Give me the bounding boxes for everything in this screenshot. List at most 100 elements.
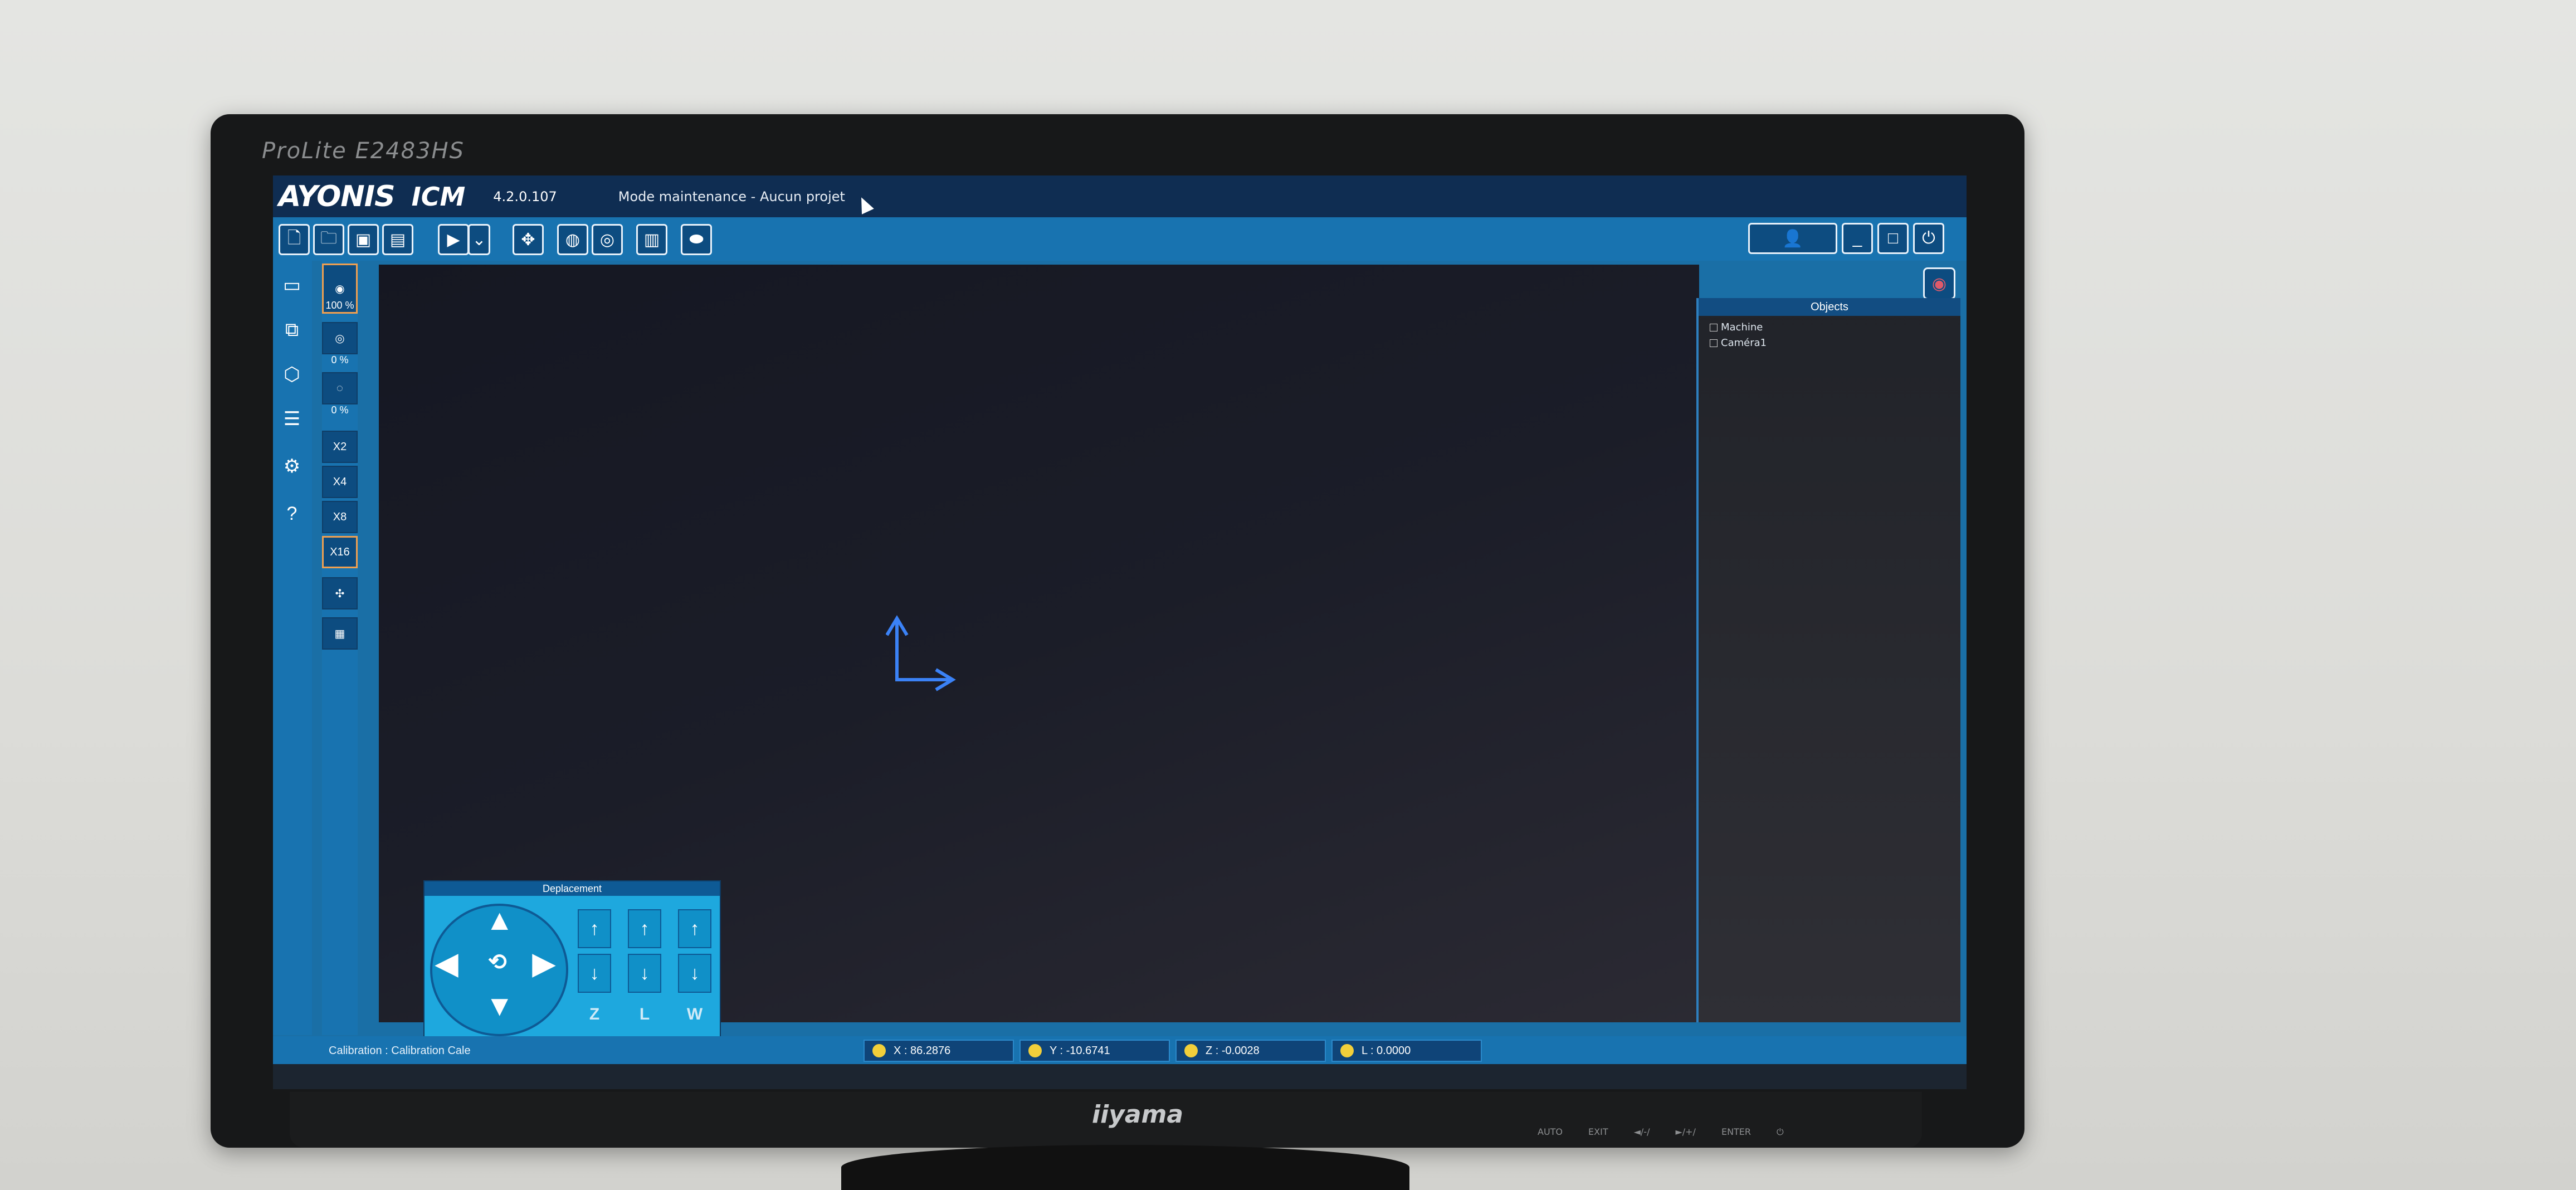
light-coax-icon: ◎	[335, 332, 345, 345]
globe-button[interactable]: ◍	[557, 224, 588, 255]
deplacement-panel: Deplacement ▲ ▼ ◀ ▶ ⟲ ↑ ↓ Z ↑ ↓ L ↑ ↓ W	[423, 880, 721, 1038]
status-dot-icon	[1184, 1044, 1198, 1057]
objects-icon[interactable]: ⧉	[279, 316, 305, 343]
light-coax-button[interactable]: ◎	[322, 322, 358, 354]
minimize-button[interactable]: _	[1842, 223, 1873, 254]
tree-item-label: Caméra1	[1721, 337, 1767, 349]
tree-item-machine[interactable]: Machine	[1710, 321, 1763, 333]
zoom-x16-button[interactable]: X16	[322, 536, 358, 568]
globe-arrow-button[interactable]: ◎	[592, 224, 623, 255]
move-button[interactable]: ✥	[513, 224, 544, 255]
eye-icon: ⬬	[689, 230, 704, 248]
monitor-model-label: ProLite E2483HS	[262, 138, 465, 164]
status-dot-icon	[872, 1044, 886, 1057]
play-dropdown-button[interactable]: ⌄	[468, 224, 490, 255]
axis-z-up-button[interactable]: ↑	[578, 909, 611, 948]
title-bar: AYONIS ICM 4.2.0.107 Mode maintenance - …	[273, 175, 1967, 217]
camera-icon[interactable]: ▭	[279, 272, 305, 299]
status-dot-icon	[1028, 1044, 1042, 1057]
light-back-button[interactable]: ◌	[322, 372, 358, 404]
expand-icon[interactable]	[1710, 324, 1718, 331]
light-back-pct: 0 %	[331, 404, 349, 416]
maximize-button[interactable]: □	[1877, 223, 1909, 254]
screen-bottom-border	[273, 1064, 1967, 1089]
arrow-right-icon[interactable]: ▶	[533, 947, 555, 981]
monitor-power-icon[interactable]: ⏻	[1777, 1126, 1784, 1138]
monitor-brand-label: iiyama	[1092, 1100, 1184, 1129]
zoom-x4-button[interactable]: X4	[322, 466, 358, 498]
app-logo: AYONIS	[279, 179, 396, 213]
lighting-zoom-column: ◉ 100 % ◎ 0 % ◌ 0 % X2 X4 X8 X16 ✣ ▦	[322, 261, 358, 1035]
user-icon: 👤	[1782, 229, 1803, 248]
app-version: 4.2.0.107	[493, 188, 557, 204]
arrow-left-icon[interactable]: ◀	[436, 947, 458, 981]
zoom-x2-button[interactable]: X2	[322, 431, 358, 463]
axis-w-up-button[interactable]: ↑	[678, 909, 711, 948]
crosshair-icon: ✣	[335, 587, 345, 600]
play-icon: ▶	[447, 230, 460, 249]
image-button[interactable]: ▦	[322, 617, 358, 650]
joystick[interactable]: ▲ ▼ ◀ ▶ ⟲	[430, 904, 568, 1036]
axis-w-down-button[interactable]: ↓	[678, 954, 711, 993]
list-icon[interactable]: ☰	[279, 406, 305, 432]
expand-icon[interactable]	[1710, 339, 1718, 347]
axis-l-down-button[interactable]: ↓	[628, 954, 661, 993]
axis-l-label: L	[639, 1005, 650, 1023]
monitor-button-exit[interactable]: EXIT	[1588, 1126, 1608, 1138]
globe-icon: ◍	[565, 230, 580, 249]
power-button[interactable]: ⏻	[1913, 223, 1944, 254]
axis-z-controls: ↑ ↓ Z	[578, 909, 611, 1026]
objects-title: Objects	[1699, 298, 1960, 316]
monitor-button-auto[interactable]: AUTO	[1538, 1126, 1563, 1138]
monitor-buttons: AUTO EXIT ◄/-/ ►/+/ ENTER ⏻	[1538, 1126, 1784, 1138]
mouse-cursor-icon	[855, 194, 874, 214]
arrow-down-icon: ↓	[589, 962, 599, 984]
record-button[interactable]: ◉	[1923, 267, 1955, 300]
coord-y-value: Y : -10.6741	[1050, 1044, 1110, 1057]
save-as-icon: ▤	[389, 230, 406, 249]
axis-l-controls: ↑ ↓ L	[628, 909, 661, 1026]
clipboard-icon: ▥	[643, 230, 660, 249]
axis-z-down-button[interactable]: ↓	[578, 954, 611, 993]
coord-x-value: X : 86.2876	[894, 1044, 951, 1057]
chevron-down-icon: ⌄	[472, 230, 486, 249]
monitor-button-minus[interactable]: ◄/-/	[1634, 1126, 1650, 1138]
arrow-down-icon: ↓	[690, 962, 700, 984]
arrow-up-icon[interactable]: ▲	[485, 904, 514, 937]
arrow-down-icon[interactable]: ▼	[485, 989, 514, 1023]
axis-w-controls: ↑ ↓ W	[678, 909, 711, 1026]
coord-l: L : 0.0000	[1331, 1040, 1482, 1062]
cube-icon[interactable]: ⬡	[279, 361, 305, 388]
zoom-x8-button[interactable]: X8	[322, 501, 358, 533]
deplacement-title: Deplacement	[425, 881, 720, 896]
save-button[interactable]: ▣	[348, 224, 379, 255]
save-as-button[interactable]: ▤	[382, 224, 413, 255]
coord-z: Z : -0.0028	[1175, 1040, 1326, 1062]
rotate-icon[interactable]: ⟲	[488, 949, 507, 975]
move-icon: ✥	[521, 230, 535, 249]
tree-item-camera[interactable]: Caméra1	[1710, 337, 1767, 349]
help-icon[interactable]: ?	[279, 500, 305, 527]
play-button[interactable]: ▶	[438, 224, 469, 255]
axis-l-up-button[interactable]: ↑	[628, 909, 661, 948]
folder-icon: 🗀	[320, 228, 337, 247]
navigation-button[interactable]: ✣	[322, 577, 358, 609]
left-sidebar: ▭ ⧉ ⬡ ☰ ⚙ ?	[273, 261, 312, 1035]
gear-icon[interactable]: ⚙	[279, 453, 305, 480]
status-dot-icon	[1340, 1044, 1354, 1057]
record-icon: ◉	[1931, 274, 1947, 293]
arrow-up-icon: ↑	[589, 918, 599, 939]
open-button[interactable]: 🗀	[313, 224, 344, 255]
monitor-button-enter[interactable]: ENTER	[1721, 1126, 1751, 1138]
save-icon: ▣	[355, 230, 372, 249]
arrow-down-icon: ↓	[640, 962, 650, 984]
eye-button[interactable]: ⬬	[681, 224, 712, 255]
clipboard-button[interactable]: ▥	[636, 224, 667, 255]
user-button[interactable]: 👤	[1748, 223, 1837, 254]
coord-x: X : 86.2876	[863, 1040, 1014, 1062]
monitor-button-plus[interactable]: ►/+/	[1675, 1126, 1696, 1138]
new-file-button[interactable]: 🗋	[279, 224, 310, 255]
app-logo-secondary: ICM	[411, 181, 466, 212]
window-controls: 👤 _ □ ⏻	[1748, 223, 1944, 254]
arrow-up-icon: ↑	[690, 918, 700, 939]
